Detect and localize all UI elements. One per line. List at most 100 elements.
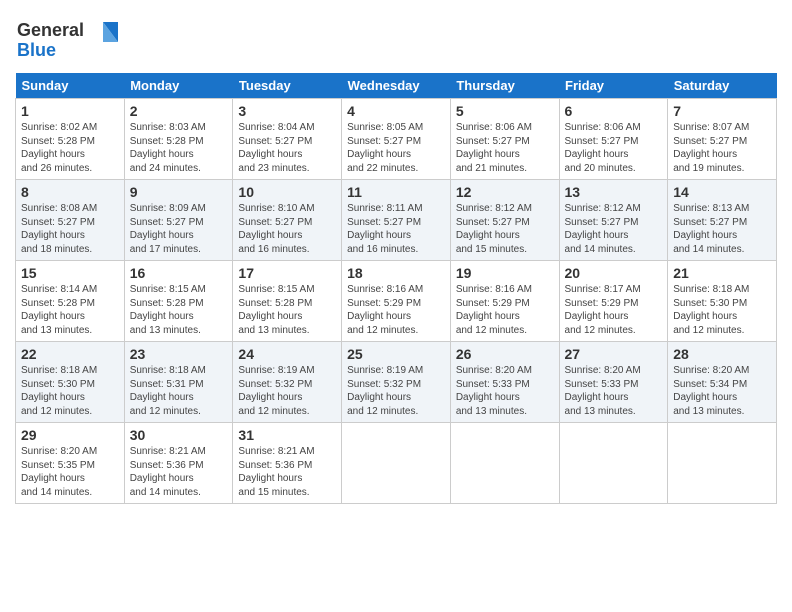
calendar-cell: 3 Sunrise: 8:04 AMSunset: 5:27 PMDaylight… xyxy=(233,99,342,180)
svg-text:General: General xyxy=(17,20,84,40)
calendar-cell: 12 Sunrise: 8:12 AMSunset: 5:27 PMDayligh… xyxy=(450,180,559,261)
calendar-cell: 15Sunrise: 8:14 AMSunset: 5:28 PMDayligh… xyxy=(16,261,125,342)
day-number: 25 xyxy=(347,346,445,362)
day-number: 22 xyxy=(21,346,119,362)
calendar-cell: 5 Sunrise: 8:06 AMSunset: 5:27 PMDaylight… xyxy=(450,99,559,180)
calendar-cell: 29Sunrise: 8:20 AMSunset: 5:35 PMDayligh… xyxy=(16,423,125,504)
day-number: 27 xyxy=(565,346,663,362)
day-number: 31 xyxy=(238,427,336,443)
calendar-cell: 25 Sunrise: 8:19 AMSunset: 5:32 PMDayligh… xyxy=(342,342,451,423)
calendar-week-5: 29Sunrise: 8:20 AMSunset: 5:35 PMDayligh… xyxy=(16,423,777,504)
day-info: Sunrise: 8:21 AMSunset: 5:36 PMDaylight … xyxy=(130,445,228,499)
day-info: Sunrise: 8:08 AMSunset: 5:27 PMDaylight … xyxy=(21,202,119,256)
calendar-cell: 30 Sunrise: 8:21 AMSunset: 5:36 PMDayligh… xyxy=(124,423,233,504)
day-number: 7 xyxy=(673,103,771,119)
day-info: Sunrise: 8:20 AMSunset: 5:33 PMDaylight … xyxy=(456,364,554,418)
day-number: 16 xyxy=(130,265,228,281)
header: General Blue xyxy=(15,10,777,67)
day-info: Sunrise: 8:20 AMSunset: 5:35 PMDaylight … xyxy=(21,445,119,499)
day-info: Sunrise: 8:19 AMSunset: 5:32 PMDaylight … xyxy=(347,364,445,418)
calendar-cell: 28 Sunrise: 8:20 AMSunset: 5:34 PMDayligh… xyxy=(668,342,777,423)
day-info: Sunrise: 8:13 AMSunset: 5:27 PMDaylight … xyxy=(673,202,771,256)
day-info: Sunrise: 8:18 AMSunset: 5:30 PMDaylight … xyxy=(21,364,119,418)
day-number: 28 xyxy=(673,346,771,362)
calendar-cell: 9 Sunrise: 8:09 AMSunset: 5:27 PMDaylight… xyxy=(124,180,233,261)
day-info: Sunrise: 8:20 AMSunset: 5:34 PMDaylight … xyxy=(673,364,771,418)
weekday-sunday: Sunday xyxy=(16,73,125,99)
day-number: 6 xyxy=(565,103,663,119)
calendar-cell: 21Sunrise: 8:18 AMSunset: 5:30 PMDayligh… xyxy=(668,261,777,342)
day-info: Sunrise: 8:06 AMSunset: 5:27 PMDaylight … xyxy=(456,121,554,175)
day-info: Sunrise: 8:06 AMSunset: 5:27 PMDaylight … xyxy=(565,121,663,175)
calendar-cell xyxy=(342,423,451,504)
calendar-cell: 10 Sunrise: 8:10 AMSunset: 5:27 PMDayligh… xyxy=(233,180,342,261)
calendar-week-1: 1 Sunrise: 8:02 AMSunset: 5:28 PMDaylight… xyxy=(16,99,777,180)
weekday-thursday: Thursday xyxy=(450,73,559,99)
calendar-cell: 17 Sunrise: 8:15 AMSunset: 5:28 PMDayligh… xyxy=(233,261,342,342)
weekday-friday: Friday xyxy=(559,73,668,99)
calendar-cell: 26Sunrise: 8:20 AMSunset: 5:33 PMDayligh… xyxy=(450,342,559,423)
calendar-cell: 14 Sunrise: 8:13 AMSunset: 5:27 PMDayligh… xyxy=(668,180,777,261)
day-number: 23 xyxy=(130,346,228,362)
calendar-cell xyxy=(450,423,559,504)
day-info: Sunrise: 8:19 AMSunset: 5:32 PMDaylight … xyxy=(238,364,336,418)
day-number: 19 xyxy=(456,265,554,281)
day-info: Sunrise: 8:21 AMSunset: 5:36 PMDaylight … xyxy=(238,445,336,499)
day-number: 1 xyxy=(21,103,119,119)
weekday-saturday: Saturday xyxy=(668,73,777,99)
calendar-cell: 22 Sunrise: 8:18 AMSunset: 5:30 PMDayligh… xyxy=(16,342,125,423)
logo: General Blue xyxy=(15,14,120,67)
calendar-cell: 11 Sunrise: 8:11 AMSunset: 5:27 PMDayligh… xyxy=(342,180,451,261)
calendar-cell: 2 Sunrise: 8:03 AMSunset: 5:28 PMDaylight… xyxy=(124,99,233,180)
day-number: 11 xyxy=(347,184,445,200)
weekday-monday: Monday xyxy=(124,73,233,99)
calendar-cell: 19 Sunrise: 8:16 AMSunset: 5:29 PMDayligh… xyxy=(450,261,559,342)
day-number: 10 xyxy=(238,184,336,200)
calendar-cell xyxy=(668,423,777,504)
day-info: Sunrise: 8:10 AMSunset: 5:27 PMDaylight … xyxy=(238,202,336,256)
day-info: Sunrise: 8:12 AMSunset: 5:27 PMDaylight … xyxy=(565,202,663,256)
calendar-cell: 31 Sunrise: 8:21 AMSunset: 5:36 PMDayligh… xyxy=(233,423,342,504)
calendar-cell: 20Sunrise: 8:17 AMSunset: 5:29 PMDayligh… xyxy=(559,261,668,342)
day-info: Sunrise: 8:07 AMSunset: 5:27 PMDaylight … xyxy=(673,121,771,175)
day-number: 12 xyxy=(456,184,554,200)
day-number: 21 xyxy=(673,265,771,281)
day-number: 2 xyxy=(130,103,228,119)
day-info: Sunrise: 8:03 AMSunset: 5:28 PMDaylight … xyxy=(130,121,228,175)
day-number: 3 xyxy=(238,103,336,119)
day-info: Sunrise: 8:02 AMSunset: 5:28 PMDaylight … xyxy=(21,121,119,175)
day-number: 5 xyxy=(456,103,554,119)
calendar-cell: 4 Sunrise: 8:05 AMSunset: 5:27 PMDaylight… xyxy=(342,99,451,180)
day-info: Sunrise: 8:09 AMSunset: 5:27 PMDaylight … xyxy=(130,202,228,256)
day-info: Sunrise: 8:05 AMSunset: 5:27 PMDaylight … xyxy=(347,121,445,175)
calendar-cell: 13Sunrise: 8:12 AMSunset: 5:27 PMDayligh… xyxy=(559,180,668,261)
day-info: Sunrise: 8:14 AMSunset: 5:28 PMDaylight … xyxy=(21,283,119,337)
day-info: Sunrise: 8:12 AMSunset: 5:27 PMDaylight … xyxy=(456,202,554,256)
calendar-cell: 27Sunrise: 8:20 AMSunset: 5:33 PMDayligh… xyxy=(559,342,668,423)
day-info: Sunrise: 8:16 AMSunset: 5:29 PMDaylight … xyxy=(456,283,554,337)
calendar-cell: 8Sunrise: 8:08 AMSunset: 5:27 PMDaylight… xyxy=(16,180,125,261)
page-container: General Blue SundayMondayTuesdayWednesda… xyxy=(0,0,792,514)
day-number: 18 xyxy=(347,265,445,281)
day-number: 17 xyxy=(238,265,336,281)
calendar-week-2: 8Sunrise: 8:08 AMSunset: 5:27 PMDaylight… xyxy=(16,180,777,261)
day-info: Sunrise: 8:15 AMSunset: 5:28 PMDaylight … xyxy=(238,283,336,337)
day-number: 14 xyxy=(673,184,771,200)
calendar-cell xyxy=(559,423,668,504)
day-info: Sunrise: 8:18 AMSunset: 5:31 PMDaylight … xyxy=(130,364,228,418)
day-number: 9 xyxy=(130,184,228,200)
day-number: 30 xyxy=(130,427,228,443)
svg-text:Blue: Blue xyxy=(17,40,56,60)
day-info: Sunrise: 8:16 AMSunset: 5:29 PMDaylight … xyxy=(347,283,445,337)
day-number: 4 xyxy=(347,103,445,119)
logo-text: General Blue xyxy=(15,14,120,67)
day-number: 24 xyxy=(238,346,336,362)
day-info: Sunrise: 8:11 AMSunset: 5:27 PMDaylight … xyxy=(347,202,445,256)
day-info: Sunrise: 8:04 AMSunset: 5:27 PMDaylight … xyxy=(238,121,336,175)
day-info: Sunrise: 8:17 AMSunset: 5:29 PMDaylight … xyxy=(565,283,663,337)
weekday-tuesday: Tuesday xyxy=(233,73,342,99)
weekday-header-row: SundayMondayTuesdayWednesdayThursdayFrid… xyxy=(16,73,777,99)
calendar-week-4: 22 Sunrise: 8:18 AMSunset: 5:30 PMDayligh… xyxy=(16,342,777,423)
calendar-cell: 23 Sunrise: 8:18 AMSunset: 5:31 PMDayligh… xyxy=(124,342,233,423)
calendar-week-3: 15Sunrise: 8:14 AMSunset: 5:28 PMDayligh… xyxy=(16,261,777,342)
